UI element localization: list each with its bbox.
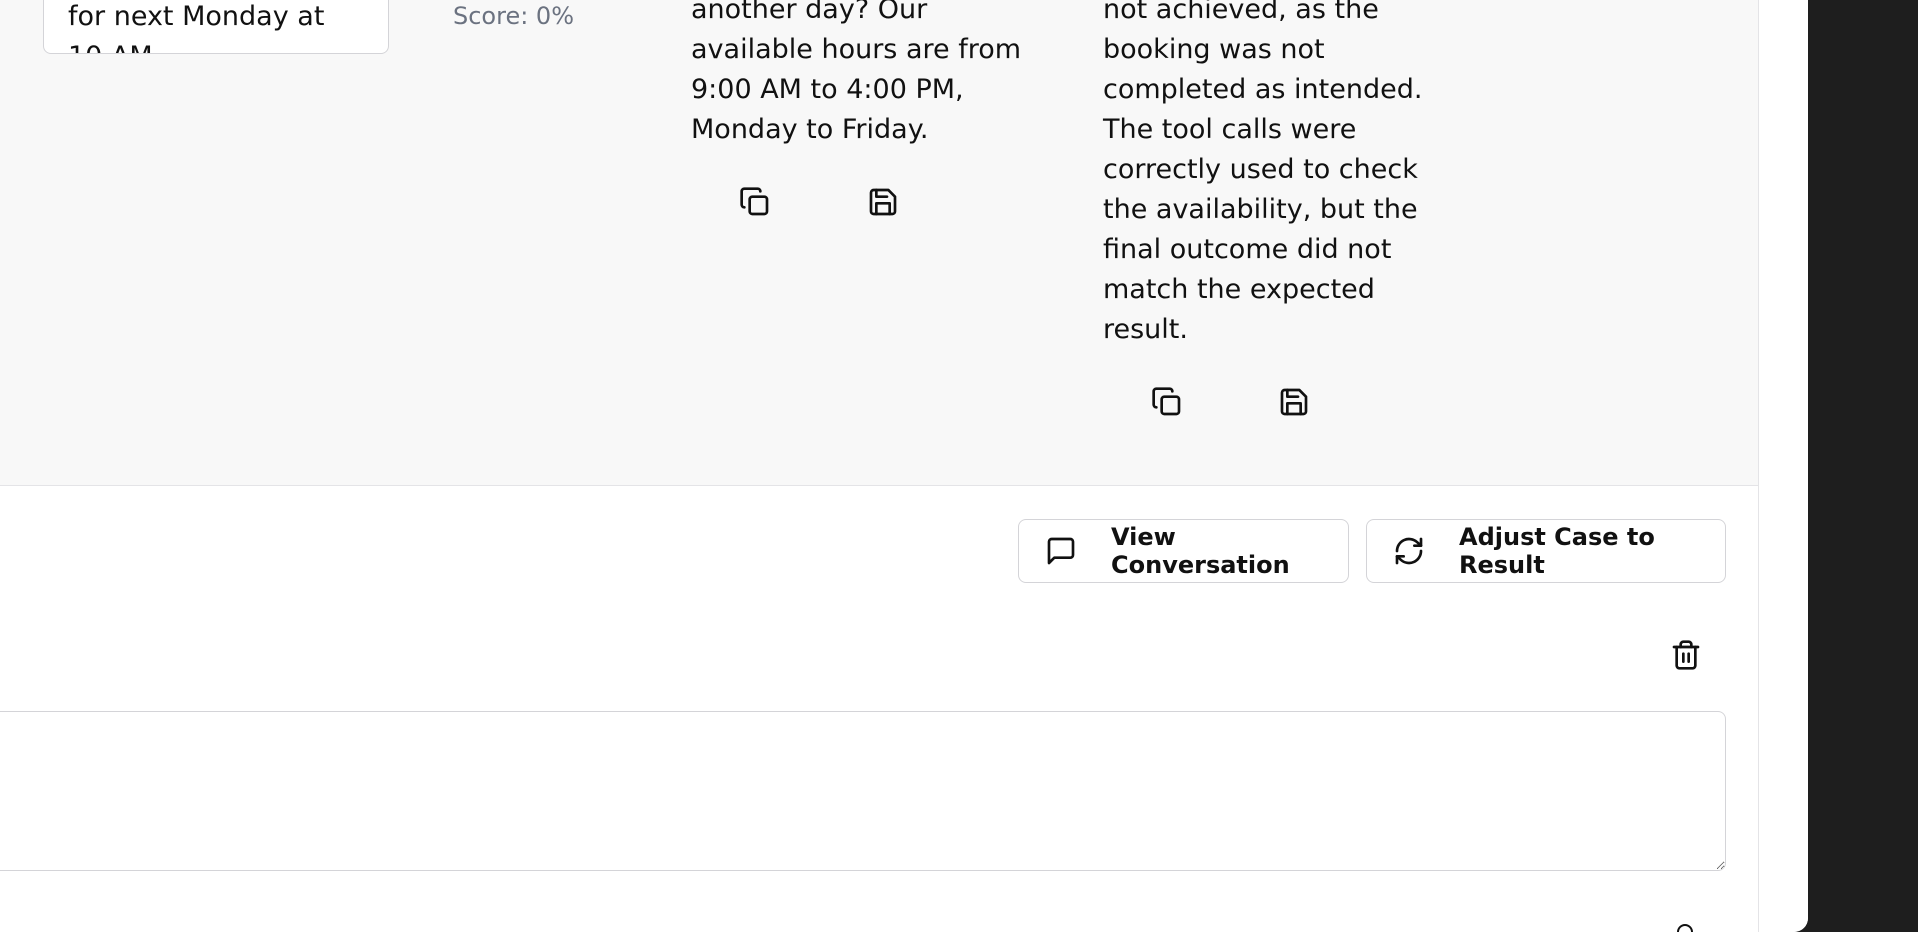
copy-evaluation-button[interactable] [1147, 382, 1187, 422]
message-square-icon [1045, 535, 1077, 567]
results-panel: for next Monday at 10 AM Score: 0% anoth… [0, 0, 1758, 486]
input-card: for next Monday at 10 AM [43, 0, 389, 54]
score-label: Score: 0% [453, 2, 575, 30]
notes-textarea[interactable] [0, 711, 1726, 871]
copy-icon [739, 186, 771, 218]
copy-response-button[interactable] [735, 182, 775, 222]
save-response-button[interactable] [863, 182, 903, 222]
app-window: for next Monday at 10 AM Score: 0% anoth… [0, 0, 1808, 932]
view-conversation-button[interactable]: View Conversation [1018, 519, 1349, 583]
save-icon [867, 186, 899, 218]
input-text: for next Monday at 10 AM [68, 1, 325, 53]
adjust-case-button[interactable]: Adjust Case to Result [1366, 519, 1726, 583]
save-evaluation-button[interactable] [1274, 382, 1314, 422]
scrollbar-track[interactable] [1758, 0, 1808, 932]
save-icon [1278, 386, 1310, 418]
view-conversation-label: View Conversation [1111, 523, 1290, 579]
response-text: another day? Our available hours are fro… [691, 0, 1022, 145]
refresh-icon [1393, 535, 1425, 567]
evaluation-text: not achieved, as the booking was not com… [1103, 0, 1423, 345]
partial-icon [1670, 920, 1700, 932]
adjust-case-label: Adjust Case to Result [1459, 523, 1655, 579]
trash-icon [1670, 639, 1702, 671]
delete-case-button[interactable] [1666, 635, 1706, 675]
copy-icon [1151, 386, 1183, 418]
